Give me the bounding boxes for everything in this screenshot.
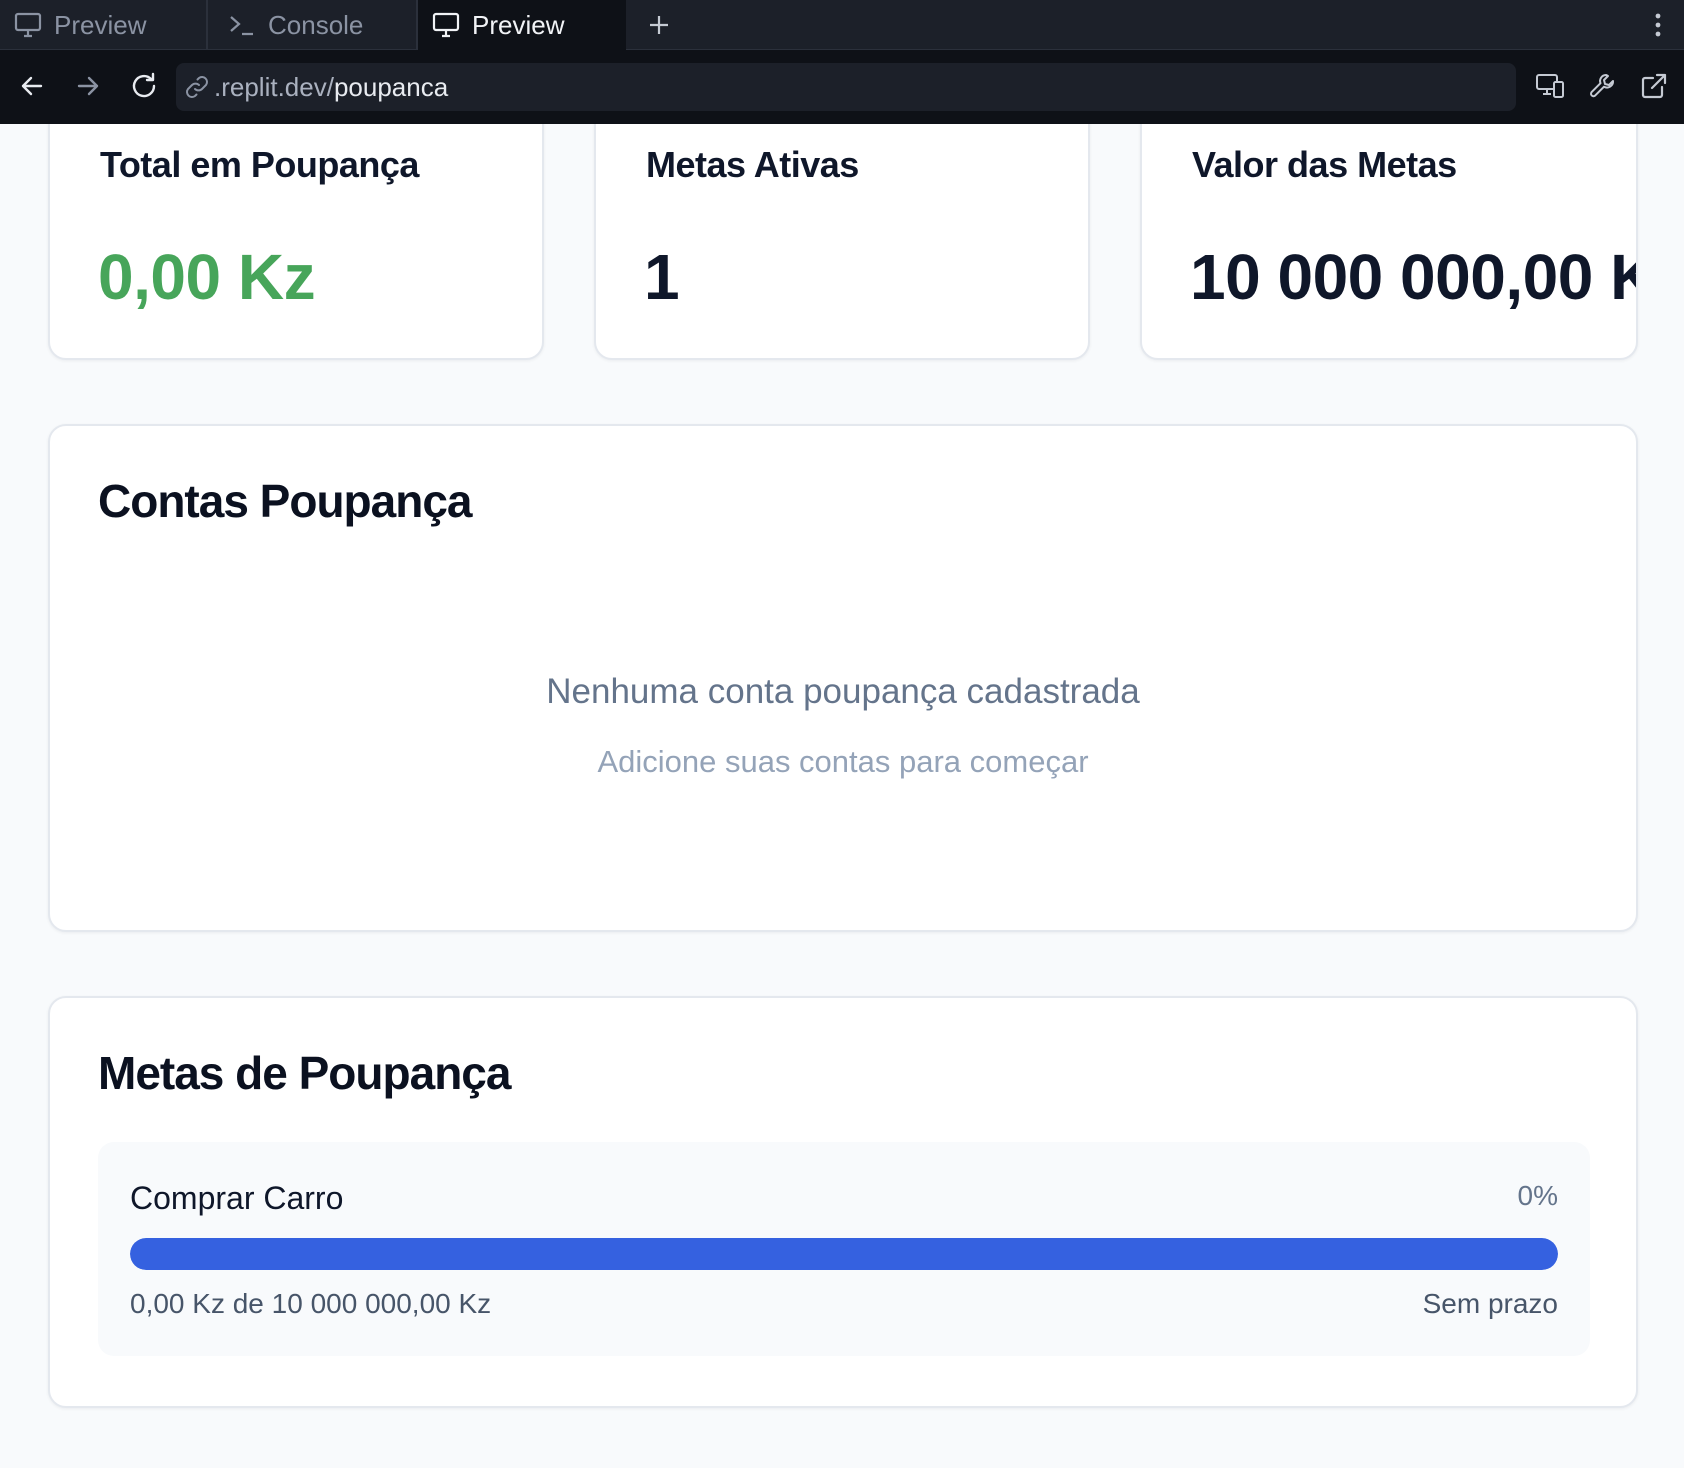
new-tab-button[interactable] bbox=[640, 0, 678, 50]
goal-name: Comprar Carro bbox=[130, 1180, 344, 1216]
tab-label: Console bbox=[268, 9, 364, 40]
tab-preview-active[interactable]: Preview bbox=[418, 0, 626, 50]
external-link-icon bbox=[1641, 73, 1667, 99]
kebab-menu-icon bbox=[1655, 13, 1661, 37]
back-button[interactable] bbox=[10, 64, 54, 108]
more-options-button[interactable] bbox=[1648, 0, 1668, 50]
tab-label: Preview bbox=[54, 9, 147, 40]
empty-state-message: Nenhuma conta poupança cadastrada bbox=[546, 672, 1140, 711]
monitor-icon bbox=[432, 12, 460, 38]
savings-goals-panel: Metas de Poupança Comprar Carro 0% 0,00 … bbox=[48, 996, 1638, 1408]
browser-nav-bar: .replit.dev/poupanca bbox=[0, 50, 1684, 124]
arrow-right-icon bbox=[77, 76, 99, 96]
page-content: Total em Poupança 0,00 Kz Metas Ativas 1… bbox=[0, 124, 1684, 1468]
link-icon bbox=[186, 76, 208, 98]
reload-icon bbox=[132, 72, 156, 98]
goal-deadline: Sem prazo bbox=[1422, 1288, 1558, 1319]
tab-console[interactable]: Console bbox=[208, 0, 416, 50]
forward-button[interactable] bbox=[66, 64, 110, 108]
terminal-icon bbox=[230, 16, 253, 36]
stat-title: Metas Ativas bbox=[646, 144, 859, 185]
stat-value: 10 000 000,00 Kz bbox=[1190, 241, 1638, 313]
device-toggle-button[interactable] bbox=[1528, 64, 1572, 108]
wrench-icon bbox=[1590, 74, 1614, 98]
monitor-icon bbox=[14, 12, 42, 38]
goal-card[interactable]: Comprar Carro 0% 0,00 Kz de 10 000 000,0… bbox=[98, 1142, 1590, 1356]
empty-state-hint: Adicione suas contas para começar bbox=[597, 744, 1089, 779]
goal-percent: 0% bbox=[1517, 1180, 1558, 1211]
browser-tab-bar: Preview Console Preview bbox=[0, 0, 1684, 50]
stat-title: Total em Poupança bbox=[100, 144, 419, 185]
stat-card-goals-value: Valor das Metas 10 000 000,00 Kz bbox=[1140, 124, 1638, 360]
goal-progress-fill bbox=[130, 1238, 1558, 1270]
savings-accounts-panel: Contas Poupança Nenhuma conta poupança c… bbox=[48, 424, 1638, 932]
arrow-left-icon bbox=[21, 76, 43, 96]
tab-preview[interactable]: Preview bbox=[0, 0, 206, 50]
plus-icon bbox=[650, 16, 668, 34]
stat-card-total-savings: Total em Poupança 0,00 Kz bbox=[48, 124, 544, 360]
open-external-button[interactable] bbox=[1632, 64, 1676, 108]
stat-card-active-goals: Metas Ativas 1 bbox=[594, 124, 1090, 360]
stat-value: 0,00 Kz bbox=[98, 241, 316, 313]
goal-amount: 0,00 Kz de 10 000 000,00 Kz bbox=[130, 1288, 492, 1319]
panel-title: Contas Poupança bbox=[98, 475, 473, 527]
url-path: poupanca bbox=[333, 71, 449, 102]
panel-title: Metas de Poupança bbox=[98, 1047, 511, 1099]
address-bar[interactable]: .replit.dev/poupanca bbox=[176, 63, 1516, 111]
reload-button[interactable] bbox=[122, 64, 166, 108]
stat-value: 1 bbox=[644, 241, 680, 313]
url-text: .replit.dev/poupanca bbox=[214, 72, 448, 103]
tab-label: Preview bbox=[472, 9, 565, 40]
stat-title: Valor das Metas bbox=[1192, 144, 1457, 185]
goal-progress-track bbox=[130, 1238, 1558, 1270]
url-host: .replit.dev/ bbox=[214, 71, 334, 102]
devices-icon bbox=[1536, 74, 1564, 98]
devtools-button[interactable] bbox=[1580, 64, 1624, 108]
